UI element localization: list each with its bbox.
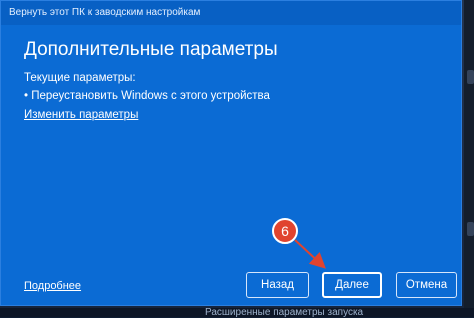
- next-button[interactable]: Далее: [322, 272, 382, 298]
- page-title: Дополнительные параметры: [24, 39, 278, 60]
- cancel-button[interactable]: Отмена: [396, 272, 457, 298]
- current-settings-label: Текущие параметры:: [24, 72, 136, 84]
- step-number-badge: 6: [272, 218, 298, 244]
- scroll-marker: [467, 70, 474, 84]
- background-window-edge: [464, 0, 474, 317]
- setting-item: • Переустановить Windows с этого устройс…: [24, 90, 270, 102]
- change-settings-link[interactable]: Изменить параметры: [24, 109, 138, 121]
- reset-pc-dialog: Вернуть этот ПК к заводским настройкам Д…: [0, 0, 462, 306]
- background-settings-text: Расширенные параметры запуска: [205, 307, 364, 318]
- scroll-marker: [467, 222, 474, 236]
- dialog-title: Вернуть этот ПК к заводским настройкам: [9, 7, 201, 18]
- back-button[interactable]: Назад: [246, 272, 309, 298]
- learn-more-link[interactable]: Подробнее: [24, 280, 81, 292]
- dialog-titlebar: Вернуть этот ПК к заводским настройкам: [1, 1, 461, 25]
